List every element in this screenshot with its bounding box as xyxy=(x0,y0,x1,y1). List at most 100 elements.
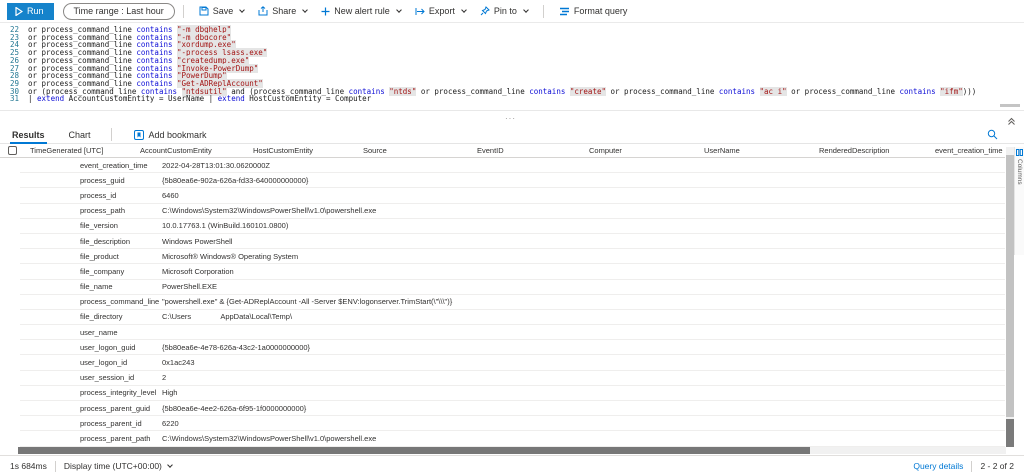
field-value: Microsoft® Windows® Operating System xyxy=(162,252,1005,261)
format-icon xyxy=(559,7,570,16)
detail-row-user_logon_id[interactable]: user_logon_id0x1ac243 xyxy=(20,355,1005,370)
record-range: 2 - 2 of 2 xyxy=(980,461,1014,471)
field-name: process_parent_path xyxy=(20,434,162,443)
save-button[interactable]: Save xyxy=(192,6,252,16)
chevron-down-icon xyxy=(461,7,467,13)
column-header-TimeGeneratedUTC[interactable]: TimeGenerated [UTC] xyxy=(30,146,140,155)
field-name: process_parent_guid xyxy=(20,404,162,413)
field-name: process_guid xyxy=(20,176,162,185)
line-number: 31 xyxy=(0,95,28,103)
results-header-cells: TimeGenerated [UTC]AccountCustomEntityHo… xyxy=(30,146,1005,155)
field-name: process_integrity_level xyxy=(20,388,162,397)
detail-row-file_description[interactable]: file_descriptionWindows PowerShell xyxy=(20,234,1005,249)
column-header-AccountCustomEntity[interactable]: AccountCustomEntity xyxy=(140,146,253,155)
run-button[interactable]: Run xyxy=(7,3,54,20)
detail-row-process_path[interactable]: process_pathC:\Windows\System32\WindowsP… xyxy=(20,204,1005,219)
field-value: 2 xyxy=(162,373,1005,382)
detail-row-file_version[interactable]: file_version10.0.17763.1 (WinBuild.16010… xyxy=(20,219,1005,234)
share-button[interactable]: Share xyxy=(251,6,314,16)
time-range-picker[interactable]: Time range : Last hour xyxy=(63,3,175,20)
field-name: process_parent_id xyxy=(20,419,162,428)
detail-row-user_logon_guid[interactable]: user_logon_guid{5b80ea6e-4e78-626a-43c2-… xyxy=(20,340,1005,355)
editor-scrollbar[interactable] xyxy=(1000,104,1020,107)
detail-row-user_session_id[interactable]: user_session_id2 xyxy=(20,371,1005,386)
export-button[interactable]: Export xyxy=(408,6,473,16)
save-label: Save xyxy=(213,6,234,16)
tab-chart[interactable]: Chart xyxy=(57,126,103,144)
format-query-button[interactable]: Format query xyxy=(552,6,635,16)
tabbar-divider xyxy=(111,128,112,141)
detail-row-event_creation_time[interactable]: event_creation_time2022-04-28T13:01:30.0… xyxy=(20,158,1005,173)
display-time-dropdown[interactable]: Display time (UTC+00:00) xyxy=(64,461,162,471)
search-icon[interactable] xyxy=(987,129,998,142)
detail-row-file_directory[interactable]: file_directoryC:\Users AppData\Local\Tem… xyxy=(20,310,1005,325)
detail-row-process_id[interactable]: process_id6460 xyxy=(20,188,1005,203)
new-alert-rule-button[interactable]: New alert rule xyxy=(314,6,408,16)
share-icon xyxy=(258,6,268,16)
query-details-link[interactable]: Query details xyxy=(913,461,963,471)
select-all-checkbox[interactable] xyxy=(8,146,17,155)
field-value: C:\Windows\System32\WindowsPowerShell\v1… xyxy=(162,434,1005,443)
add-bookmark-button[interactable]: Add bookmark xyxy=(134,130,207,140)
detail-row-process_command_line[interactable]: process_command_line"powershell.exe" & {… xyxy=(20,295,1005,310)
field-value: "powershell.exe" & {Get-ADReplAccount -A… xyxy=(162,297,1005,306)
detail-row-file_product[interactable]: file_productMicrosoft® Windows® Operatin… xyxy=(20,249,1005,264)
tab-results[interactable]: Results xyxy=(0,126,57,144)
play-icon xyxy=(15,7,23,16)
field-name: file_version xyxy=(20,221,162,230)
code-text: | extend AccountCustomEntity = UserName … xyxy=(28,95,371,103)
drag-handle[interactable]: ··· xyxy=(505,114,516,123)
columns-side-tab[interactable]: Columns xyxy=(1014,147,1024,255)
vertical-scrollbar-thumb[interactable] xyxy=(1006,155,1014,417)
export-label: Export xyxy=(429,6,455,16)
detail-row-file_company[interactable]: file_companyMicrosoft Corporation xyxy=(20,264,1005,279)
detail-row-process_parent_id[interactable]: process_parent_id6220 xyxy=(20,416,1005,431)
editor-results-splitter: ··· xyxy=(0,110,1024,126)
field-value: PowerShell.EXE xyxy=(162,282,1005,291)
pin-to-button[interactable]: Pin to xyxy=(473,6,535,16)
column-header-Computer[interactable]: Computer xyxy=(589,146,704,155)
chevron-down-icon xyxy=(239,7,245,13)
field-value: Microsoft Corporation xyxy=(162,267,1005,276)
toolbar-divider xyxy=(543,5,544,18)
horizontal-scrollbar[interactable] xyxy=(18,447,1006,454)
column-header-HostCustomEntity[interactable]: HostCustomEntity xyxy=(253,146,363,155)
field-value: {5b80ea6e-4e78-626a-43c2-1a0000000000} xyxy=(162,343,1005,352)
field-value: High xyxy=(162,388,1005,397)
field-name: user_session_id xyxy=(20,373,162,382)
query-toolbar: Run Time range : Last hour Save Share Ne… xyxy=(0,0,1024,23)
select-all-wrap xyxy=(0,146,30,155)
detail-row-file_name[interactable]: file_namePowerShell.EXE xyxy=(20,280,1005,295)
column-header-UserName[interactable]: UserName xyxy=(704,146,819,155)
detail-row-process_parent_guid[interactable]: process_parent_guid{5b80ea6e-4ee2-626a-6… xyxy=(20,401,1005,416)
field-value: 0x1ac243 xyxy=(162,358,1005,367)
code-line-31[interactable]: 31| extend AccountCustomEntity = UserNam… xyxy=(0,95,1024,103)
detail-row-process_guid[interactable]: process_guid{5b80ea6e-902a-626a-fd33-640… xyxy=(20,173,1005,188)
pin-icon xyxy=(480,6,490,16)
detail-row-process_integrity_level[interactable]: process_integrity_levelHigh xyxy=(20,386,1005,401)
field-name: process_id xyxy=(20,191,162,200)
column-header-Source[interactable]: Source xyxy=(363,146,477,155)
export-icon xyxy=(415,7,425,16)
column-header-EventID[interactable]: EventID xyxy=(477,146,589,155)
query-editor[interactable]: 22or process_command_line contains "-m d… xyxy=(0,24,1024,110)
detail-row-process_parent_path[interactable]: process_parent_pathC:\Windows\System32\W… xyxy=(20,431,1005,446)
tab-chart-label: Chart xyxy=(69,130,91,140)
vertical-scrollbar[interactable] xyxy=(1006,147,1014,447)
status-bar: 1s 684ms Display time (UTC+00:00) Query … xyxy=(0,455,1024,476)
field-name: user_logon_id xyxy=(20,358,162,367)
run-label: Run xyxy=(27,6,44,16)
horizontal-scrollbar-thumb[interactable] xyxy=(18,447,810,454)
statusbar-divider xyxy=(55,461,56,472)
field-name: file_name xyxy=(20,282,162,291)
vertical-scrollbar-thumb-end xyxy=(1006,419,1014,447)
column-header-event_creation_time[interactable]: event_creation_time xyxy=(935,146,1005,155)
results-header-row: TimeGenerated [UTC]AccountCustomEntityHo… xyxy=(0,144,1005,158)
column-header-RenderedDescription[interactable]: RenderedDescription xyxy=(819,146,935,155)
field-name: file_directory xyxy=(20,312,162,321)
detail-row-user_name[interactable]: user_name xyxy=(20,325,1005,340)
field-value: 6220 xyxy=(162,419,1005,428)
query-editor-lines: 22or process_command_line contains "-m d… xyxy=(0,24,1024,103)
field-name: file_company xyxy=(20,267,162,276)
columns-icon xyxy=(1016,149,1023,156)
